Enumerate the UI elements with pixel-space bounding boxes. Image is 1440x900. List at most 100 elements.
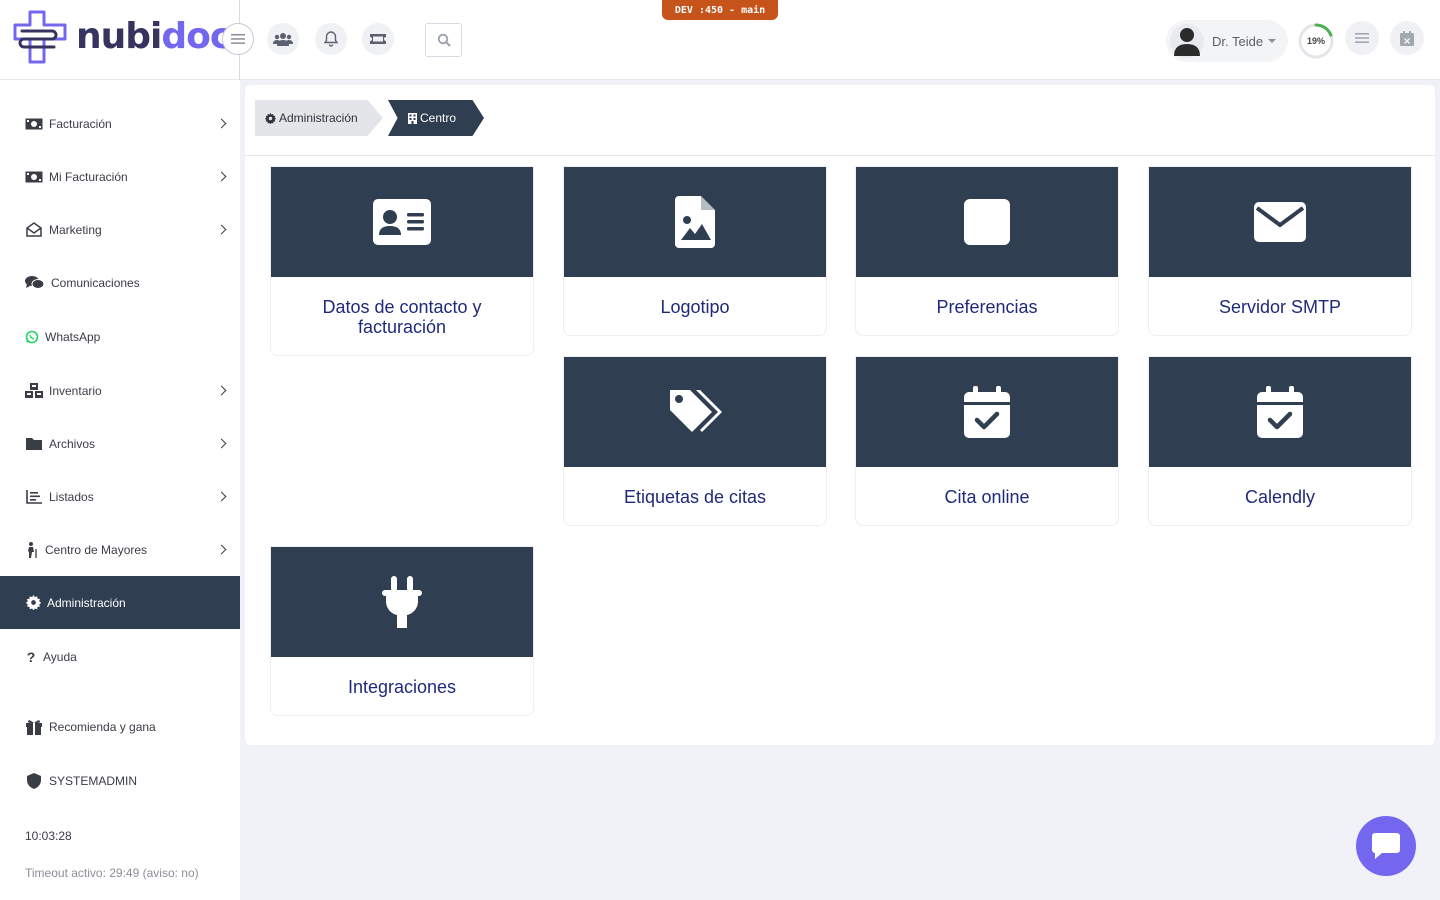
gear-icon [265,112,276,124]
chevron-right-icon [216,171,227,181]
menu-toggle-button[interactable] [222,23,254,55]
plug-icon [382,576,422,628]
menu-icon [231,34,245,44]
card-label: Servidor SMTP [1218,297,1342,317]
building-icon [408,112,417,124]
caret-down-icon [1268,39,1277,43]
list-icon [1355,33,1369,43]
chevron-right-icon [216,224,227,234]
sidebar-item-ayuda[interactable]: ? Ayuda [0,630,240,683]
chat-button[interactable] [1356,816,1416,876]
user-icon [1174,28,1200,56]
avatar [1170,24,1204,58]
card-integraciones[interactable]: Integraciones [270,546,534,716]
card-label: Calendly [1244,487,1316,507]
sidebar-item-label: SYSTEMADMIN [49,773,138,788]
breadcrumb-centro[interactable]: Centro [388,100,484,136]
whatsapp-icon [25,329,39,345]
file-image-icon [675,196,715,248]
sidebar-item-archivos[interactable]: Archivos [0,417,240,470]
folder-icon [25,436,43,452]
user-name: Dr. Teide [1212,33,1264,49]
sidebar-item-label: Marketing [49,222,102,237]
sidebar-item-label: Archivos [49,436,96,451]
sidebar-item-facturacion[interactable]: Facturación [0,97,240,150]
card-preferencias[interactable]: Preferencias [855,166,1119,336]
list-icon [25,489,43,505]
card-datos-contacto[interactable]: Datos de contacto y facturación [270,166,534,356]
sidebar-item-label: Ayuda [43,649,77,664]
chevron-right-icon [216,118,227,128]
card-etiquetas-citas[interactable]: Etiquetas de citas [563,356,827,526]
card-label: Etiquetas de citas [623,487,767,507]
card-label: Integraciones [347,677,457,697]
question-icon: ? [26,648,36,665]
sidebar-item-centro-mayores[interactable]: Centro de Mayores [0,523,240,576]
logo-nubi-text: nubi [76,16,162,57]
sidebar-item-administracion[interactable]: Administración [0,576,240,629]
sidebar-item-systemadmin[interactable]: SYSTEMADMIN [0,754,240,807]
elderly-icon [25,541,39,558]
card-label: Cita online [944,487,1030,507]
breadcrumb-parent-label: Administración [279,111,358,125]
card-label: Preferencias [936,297,1038,317]
sidebar: Facturación Mi Facturación Marketing Com… [0,80,240,900]
sidebar-item-inventario[interactable]: Inventario [0,364,240,417]
envelope-open-icon [25,222,43,238]
comments-icon [25,275,45,291]
sidebar-item-label: Mi Facturación [49,169,128,184]
sidebar-item-label: Inventario [49,383,102,398]
progress-label: 19% [1306,36,1325,46]
card-servidor-smtp[interactable]: Servidor SMTP [1148,166,1412,336]
top-header: nubidoc DEV :450 - main Dr. Teide 19% [0,0,1440,80]
calendar-check-icon [1257,386,1303,438]
sidebar-item-mi-facturacion[interactable]: Mi Facturación [0,150,240,203]
sidebar-item-comunicaciones[interactable]: Comunicaciones [0,256,240,309]
card-calendly[interactable]: Calendly [1148,356,1412,526]
id-card-icon [373,199,431,245]
sidebar-item-whatsapp[interactable]: WhatsApp [0,310,240,363]
bell-icon [324,31,338,47]
card-logotipo[interactable]: Logotipo [563,166,827,336]
search-button[interactable] [425,23,462,57]
clock-display: 10:03:28 [25,829,72,843]
users-button[interactable] [267,23,299,55]
chat-bubble-icon [1372,833,1400,859]
list-button[interactable] [1345,21,1379,55]
sidebar-item-label: WhatsApp [45,329,101,344]
shield-icon [25,772,43,789]
ticket-icon [370,34,386,44]
calendar-x-icon [1400,30,1414,46]
card-cita-online[interactable]: Cita online [855,356,1119,526]
money-bill-icon [25,169,43,185]
timeout-status: Timeout activo: 29:49 (aviso: no) [25,866,199,880]
sidebar-item-recomienda[interactable]: Recomienda y gana [0,700,240,753]
sidebar-item-label: Comunicaciones [51,275,140,290]
user-menu[interactable]: Dr. Teide [1166,20,1288,62]
card-label: Datos de contacto y facturación [322,297,482,337]
sidebar-item-listados[interactable]: Listados [0,470,240,523]
breadcrumb-administracion[interactable]: Administración [255,100,383,136]
dev-badge: DEV :450 - main [662,0,778,20]
sidebar-item-label: Centro de Mayores [45,542,148,557]
sidebar-item-label: Administración [47,595,126,610]
calendar-cancel-button[interactable] [1390,21,1424,55]
card-label: Logotipo [660,297,730,317]
calendar-check-icon [964,386,1010,438]
app-logo[interactable]: nubidoc [12,9,231,65]
logo-cross-icon [13,10,67,64]
cubes-icon [25,382,43,399]
square-icon [964,199,1010,245]
envelope-icon [1254,202,1306,242]
tags-icon [670,390,722,432]
sidebar-item-marketing[interactable]: Marketing [0,203,240,256]
chevron-right-icon [216,438,227,448]
chevron-right-icon [216,544,227,554]
chevron-right-icon [216,385,227,395]
notifications-button[interactable] [315,23,347,55]
logo-doc-text: doc [161,16,231,57]
breadcrumb-current-label: Centro [420,111,457,125]
breadcrumb: Administración Centro [245,85,1435,156]
money-bill-icon [25,116,43,132]
tickets-button[interactable] [362,23,394,55]
